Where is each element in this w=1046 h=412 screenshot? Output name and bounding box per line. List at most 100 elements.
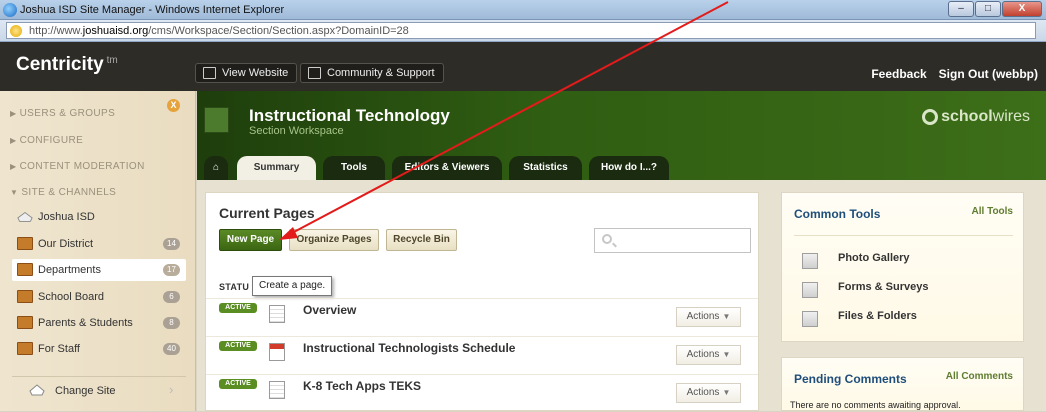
home-tab[interactable]: ⌂ <box>204 156 228 180</box>
briefcase-icon <box>17 316 33 329</box>
collapse-arrow-icon: ▼ <box>10 188 19 197</box>
status-badge: ACTIVE <box>219 341 257 351</box>
actions-dropdown[interactable]: Actions ▼ <box>676 383 741 403</box>
sidebar: X ▶ USERS & GROUPS ▶ CONFIGURE ▶ CONTENT MO… <box>0 91 196 411</box>
sidebar-close-button[interactable]: X <box>167 99 180 112</box>
home-icon: ⌂ <box>212 162 220 173</box>
expand-arrow-icon: ▶ <box>10 136 17 145</box>
url-field[interactable]: http://www.joshuaisd.org/cms/Workspace/S… <box>6 22 1036 39</box>
photo-gallery-icon <box>802 253 818 269</box>
page-title-link[interactable]: K-8 Tech Apps TEKS <box>303 379 421 393</box>
sidebar-section-content-moderation[interactable]: ▶ CONTENT MODERATION <box>10 161 145 172</box>
sidebar-item-departments[interactable]: Departments 17 <box>12 259 186 281</box>
section-subtitle: Section Workspace <box>249 125 344 137</box>
all-tools-link[interactable]: All Tools <box>972 206 1013 217</box>
common-tools-title: Common Tools <box>794 207 881 221</box>
search-input[interactable] <box>594 228 751 253</box>
all-comments-link[interactable]: All Comments <box>946 371 1013 382</box>
sidebar-section-configure[interactable]: ▶ CONFIGURE <box>10 135 83 146</box>
close-window-button[interactable]: X <box>1002 1 1042 17</box>
sidebar-section-site-channels[interactable]: ▼ SITE & CHANNELS <box>10 187 116 198</box>
page-count-badge: 40 <box>163 343 180 355</box>
tab-editors-viewers[interactable]: Editors & Viewers <box>392 156 502 180</box>
actions-dropdown[interactable]: Actions ▼ <box>676 345 741 365</box>
tab-statistics[interactable]: Statistics <box>509 156 582 180</box>
sidebar-item-our-district[interactable]: Our District 14 <box>12 233 186 255</box>
maximize-button[interactable]: □ <box>975 1 1001 17</box>
briefcase-icon <box>17 290 33 303</box>
recycle-bin-button[interactable]: Recycle Bin <box>386 229 457 251</box>
tab-how-do-i[interactable]: How do I...? <box>589 156 669 180</box>
tool-forms-surveys[interactable]: Forms & Surveys <box>802 278 1002 300</box>
pending-comments-title: Pending Comments <box>794 372 907 386</box>
status-badge: ACTIVE <box>219 303 257 313</box>
window-titlebar: Joshua ISD Site Manager - Windows Intern… <box>0 0 1046 20</box>
schoolwires-logo-icon <box>922 108 939 125</box>
status-column-header: STATU <box>219 282 250 292</box>
page-count-badge: 17 <box>163 264 180 276</box>
section-book-icon <box>204 107 229 133</box>
internet-explorer-icon <box>3 3 17 17</box>
page-title-link[interactable]: Instructional Technologists Schedule <box>303 341 515 355</box>
brand-logo: Centricity tm <box>16 54 118 75</box>
site-home-icon <box>17 211 33 222</box>
current-pages-panel: Current Pages New Page Organize Pages Re… <box>205 192 759 411</box>
monitor-icon <box>203 67 216 79</box>
page-count-badge: 6 <box>163 291 180 303</box>
tool-files-folders[interactable]: Files & Folders <box>802 307 1002 329</box>
no-comments-message: There are no comments awaiting approval. <box>790 400 961 410</box>
organize-pages-button[interactable]: Organize Pages <box>289 229 379 251</box>
actions-dropdown[interactable]: Actions ▼ <box>676 307 741 327</box>
briefcase-icon <box>17 342 33 355</box>
expand-arrow-icon: ▶ <box>10 109 17 118</box>
table-row[interactable]: ACTIVE Overview Actions ▼ <box>206 298 758 336</box>
schoolwires-logo: schoolwires <box>922 108 1030 126</box>
community-support-button[interactable]: Community & Support <box>300 63 444 83</box>
caret-down-icon: ▼ <box>722 350 731 359</box>
sidebar-site-joshua-isd[interactable]: Joshua ISD <box>12 206 186 228</box>
table-row[interactable]: ACTIVE K-8 Tech Apps TEKS Actions ▼ <box>206 374 758 412</box>
briefcase-icon <box>17 237 33 250</box>
tab-tools[interactable]: Tools <box>323 156 385 180</box>
community-icon <box>308 67 321 79</box>
sign-out-link[interactable]: Sign Out (webbp) <box>939 67 1038 81</box>
window-title: Joshua ISD Site Manager - Windows Intern… <box>20 4 285 16</box>
caret-down-icon: ▼ <box>722 388 731 397</box>
divider <box>794 235 1013 236</box>
feedback-link[interactable]: Feedback <box>871 67 926 81</box>
page-favicon-icon <box>10 25 22 37</box>
sidebar-section-users-groups[interactable]: ▶ USERS & GROUPS <box>10 108 115 119</box>
page-count-badge: 8 <box>163 317 180 329</box>
search-icon <box>602 234 612 244</box>
change-site-button[interactable]: Change Site › <box>12 376 186 402</box>
chevron-right-icon: › <box>169 382 174 397</box>
pending-comments-panel: Pending Comments All Comments There are … <box>781 357 1024 411</box>
expand-arrow-icon: ▶ <box>10 162 17 171</box>
files-icon <box>802 311 818 327</box>
new-page-button[interactable]: New Page <box>219 229 282 251</box>
sidebar-item-school-board[interactable]: School Board 6 <box>12 286 186 308</box>
sidebar-item-parents-students[interactable]: Parents & Students 8 <box>12 312 186 334</box>
page-document-icon <box>269 305 285 323</box>
briefcase-icon <box>17 263 33 276</box>
main-content: Current Pages New Page Organize Pages Re… <box>197 180 773 411</box>
address-bar: http://www.joshuaisd.org/cms/Workspace/S… <box>0 20 1046 42</box>
page-title-link[interactable]: Overview <box>303 303 356 317</box>
minimize-button[interactable]: – <box>948 1 974 17</box>
right-column: Common Tools All Tools Photo Gallery For… <box>773 180 1046 411</box>
current-pages-title: Current Pages <box>219 205 315 221</box>
tool-photo-gallery[interactable]: Photo Gallery <box>802 249 1002 271</box>
status-badge: ACTIVE <box>219 379 257 389</box>
tab-summary[interactable]: Summary <box>237 156 316 180</box>
table-row[interactable]: ACTIVE Instructional Technologists Sched… <box>206 336 758 374</box>
url-text: http://www.joshuaisd.org/cms/Workspace/S… <box>29 25 409 37</box>
section-title: Instructional Technology <box>249 106 450 125</box>
new-page-tooltip: Create a page. <box>252 276 333 296</box>
change-site-icon <box>29 384 45 396</box>
view-website-button[interactable]: View Website <box>195 63 298 83</box>
calendar-icon <box>269 343 285 361</box>
top-navigation: Centricity tm View Website Community & Su… <box>0 42 1046 91</box>
page-count-badge: 14 <box>163 238 180 250</box>
window-controls: – □ X <box>948 1 1042 17</box>
sidebar-item-for-staff[interactable]: For Staff 40 <box>12 338 186 360</box>
